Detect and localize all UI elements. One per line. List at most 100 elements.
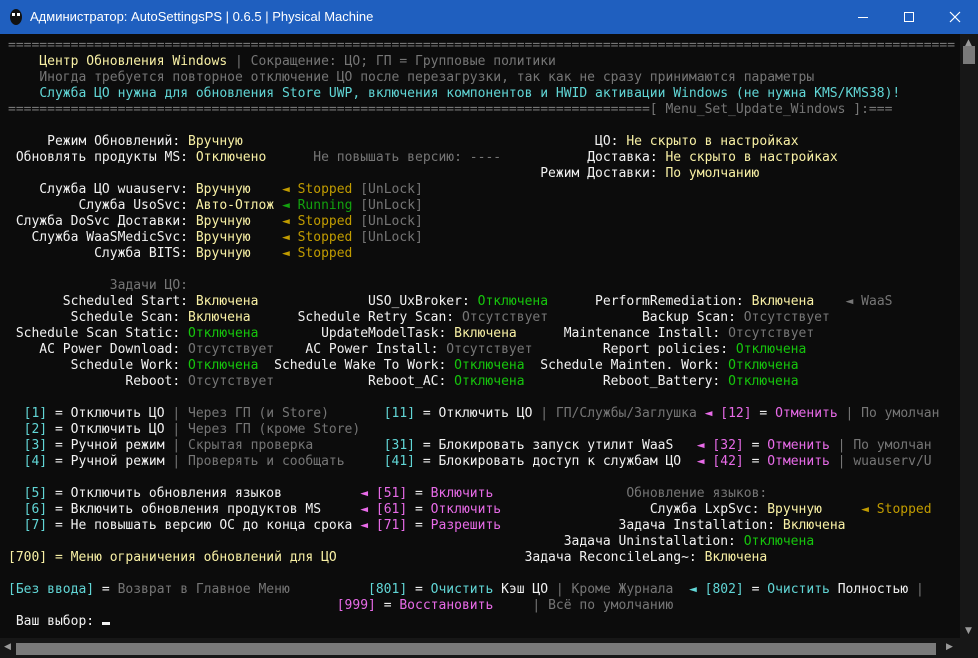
console-text: Schedule Work:: [8, 358, 189, 373]
console-text: | Через ГП (кроме Store): [172, 422, 361, 437]
maximize-button[interactable]: [886, 0, 932, 34]
console-text: =: [407, 486, 431, 501]
console-line: Schedule Scan: Включена Schedule Retry S…: [8, 310, 830, 326]
scroll-right-icon[interactable]: ▶: [946, 642, 953, 652]
console-text: ◄ Stopped: [822, 502, 932, 517]
console-line: [999] = Восстановить | Всё по умолчанию: [8, 598, 674, 614]
console-text: Отключить: [430, 502, 502, 517]
console-line: [2] = Отключить ЦО | Через ГП (кроме Sto…: [8, 422, 361, 438]
console-text: ========================================…: [8, 38, 956, 53]
console-line: Служба ЦО нужна для обновления Store UWP…: [8, 86, 900, 102]
console-text: Режим Доставки:: [8, 166, 666, 181]
title-bar[interactable]: Администратор: AutoSettingsPS | 0.6.5 | …: [0, 0, 978, 34]
scroll-down-icon[interactable]: ▼: [965, 626, 972, 636]
console-line: Ваш выбор:: [8, 614, 110, 630]
console-text: | Проверять и сообщать: [172, 454, 345, 469]
console-text: Отменить: [767, 438, 830, 453]
console-text: Обновлять продукты MS:: [8, 150, 196, 165]
console-text: Служба DoSvc Доставки:: [8, 214, 196, 229]
console-text: Отсутствует: [728, 326, 815, 341]
console-text: Отменить: [775, 406, 838, 421]
console-text: ◄ [42]: [696, 454, 744, 469]
console-line: Центр Обновления Windows | Сокращение: Ц…: [8, 54, 556, 70]
console-text: Не повышать версию: ----: [266, 150, 502, 165]
console-text: =: [743, 582, 768, 597]
console-line: Schedule Scan Static: Отключена UpdateMo…: [8, 326, 814, 342]
console-text: |: [915, 582, 924, 597]
console-text: ◄ Stopped: [250, 214, 353, 229]
console-output[interactable]: ========================================…: [0, 34, 960, 638]
console-line: Служба UsoSvc: Авто-Отлож ◄ Running [UnL…: [8, 198, 423, 214]
console-text: Вручную: [188, 134, 243, 149]
console-text: Служба LxpSvc:: [501, 502, 768, 517]
minimize-button[interactable]: [840, 0, 886, 34]
console-text: Schedule Mainten. Work:: [524, 358, 729, 373]
console-text: Отсутствует: [461, 310, 549, 325]
scroll-left-icon[interactable]: ◀: [4, 642, 11, 652]
console-text: Отключена: [743, 534, 815, 549]
console-text: Кэш ЦО: [493, 582, 556, 597]
horizontal-scroll-thumb[interactable]: [16, 643, 936, 655]
console-text: Scheduled Start:: [8, 294, 196, 309]
console-line: [1] = Отключить ЦО | Через ГП (и Store) …: [8, 406, 940, 422]
console-text: Ваш выбор:: [8, 614, 102, 629]
console-text: [6]: [8, 502, 48, 517]
console-text: Задачи ЦО:: [8, 278, 189, 293]
console-text: Reboot_Battery:: [524, 374, 729, 389]
console-line: ========================================…: [8, 102, 892, 118]
text-cursor[interactable]: [101, 622, 110, 625]
console-line: [7] = Не повышать версию ОС до конца сро…: [8, 518, 846, 534]
console-text: USO_UxBroker:: [258, 294, 478, 309]
console-text: =: [743, 438, 768, 453]
vertical-scroll-thumb[interactable]: [963, 46, 975, 64]
console-line: Schedule Work: Отключена Schedule Wake T…: [8, 358, 799, 374]
console-text: UpdateModelTask:: [258, 326, 455, 341]
console-text: Отключена: [188, 358, 259, 373]
console-text: Вручную: [195, 246, 251, 261]
console-line: [6] = Включить обновления продуктов MS ◄…: [8, 502, 932, 518]
console-text: Отключена: [454, 358, 525, 373]
console-text: Доставка:: [501, 150, 666, 165]
console-text: ◄ [51]: [281, 486, 408, 501]
console-line: Reboot: Отсутствует Reboot_AC: Отключена…: [8, 374, 798, 390]
console-text: ◄ [32]: [696, 438, 744, 453]
close-button[interactable]: [932, 0, 978, 34]
vertical-scrollbar[interactable]: [960, 34, 978, 638]
console-line: Режим Доставки: По умолчанию: [8, 166, 759, 182]
console-text: Отключено: [195, 150, 267, 165]
console-text: Полностью: [829, 582, 916, 597]
console-text: Отключена: [454, 374, 525, 389]
console-text: Служба ЦО нужна для обновления Store UWP…: [39, 86, 901, 101]
console-line: [3] = Ручной режим | Скрытая проверка [3…: [8, 438, 932, 454]
console-text: Включена: [454, 326, 517, 341]
close-icon: [949, 11, 961, 23]
console-text: Включена: [195, 294, 259, 309]
console-text: AC Power Install:: [274, 342, 447, 357]
console-text: [11]: [328, 406, 416, 421]
console-text: Отсутствует: [188, 342, 275, 357]
console-line: Задача Uninstallation: Отключена: [8, 534, 814, 550]
console-text: Schedule Scan Static:: [8, 326, 189, 341]
console-text: Режим Обновлений:: [8, 134, 189, 149]
console-text: = Включить обновления продуктов MS: [47, 502, 322, 517]
console-text: Вручную: [767, 502, 823, 517]
console-text: Разрешить: [430, 518, 502, 533]
console-text: Schedule Retry Scan:: [250, 310, 462, 325]
console-text: | ГП/Службы/Заглушка: [540, 406, 697, 421]
console-text: Обновление языков:: [493, 486, 768, 501]
terminal-app-icon: [10, 9, 22, 25]
console-text: Включить: [430, 486, 494, 501]
console-text: Задача Installation:: [501, 518, 783, 533]
console-text: = Отключить ЦО: [47, 422, 173, 437]
console-text: Maintenance Install:: [516, 326, 729, 341]
console-text: =: [407, 582, 431, 597]
console-text: [UnLock]: [352, 198, 423, 213]
console-text: Отключена: [477, 294, 549, 309]
console-line: ========================================…: [8, 38, 955, 54]
console-text: Отсутствует: [188, 374, 275, 389]
console-text: [700]: [8, 550, 48, 565]
console-text: [3]: [8, 438, 48, 453]
console-text: = Отключить ЦО: [47, 406, 173, 421]
